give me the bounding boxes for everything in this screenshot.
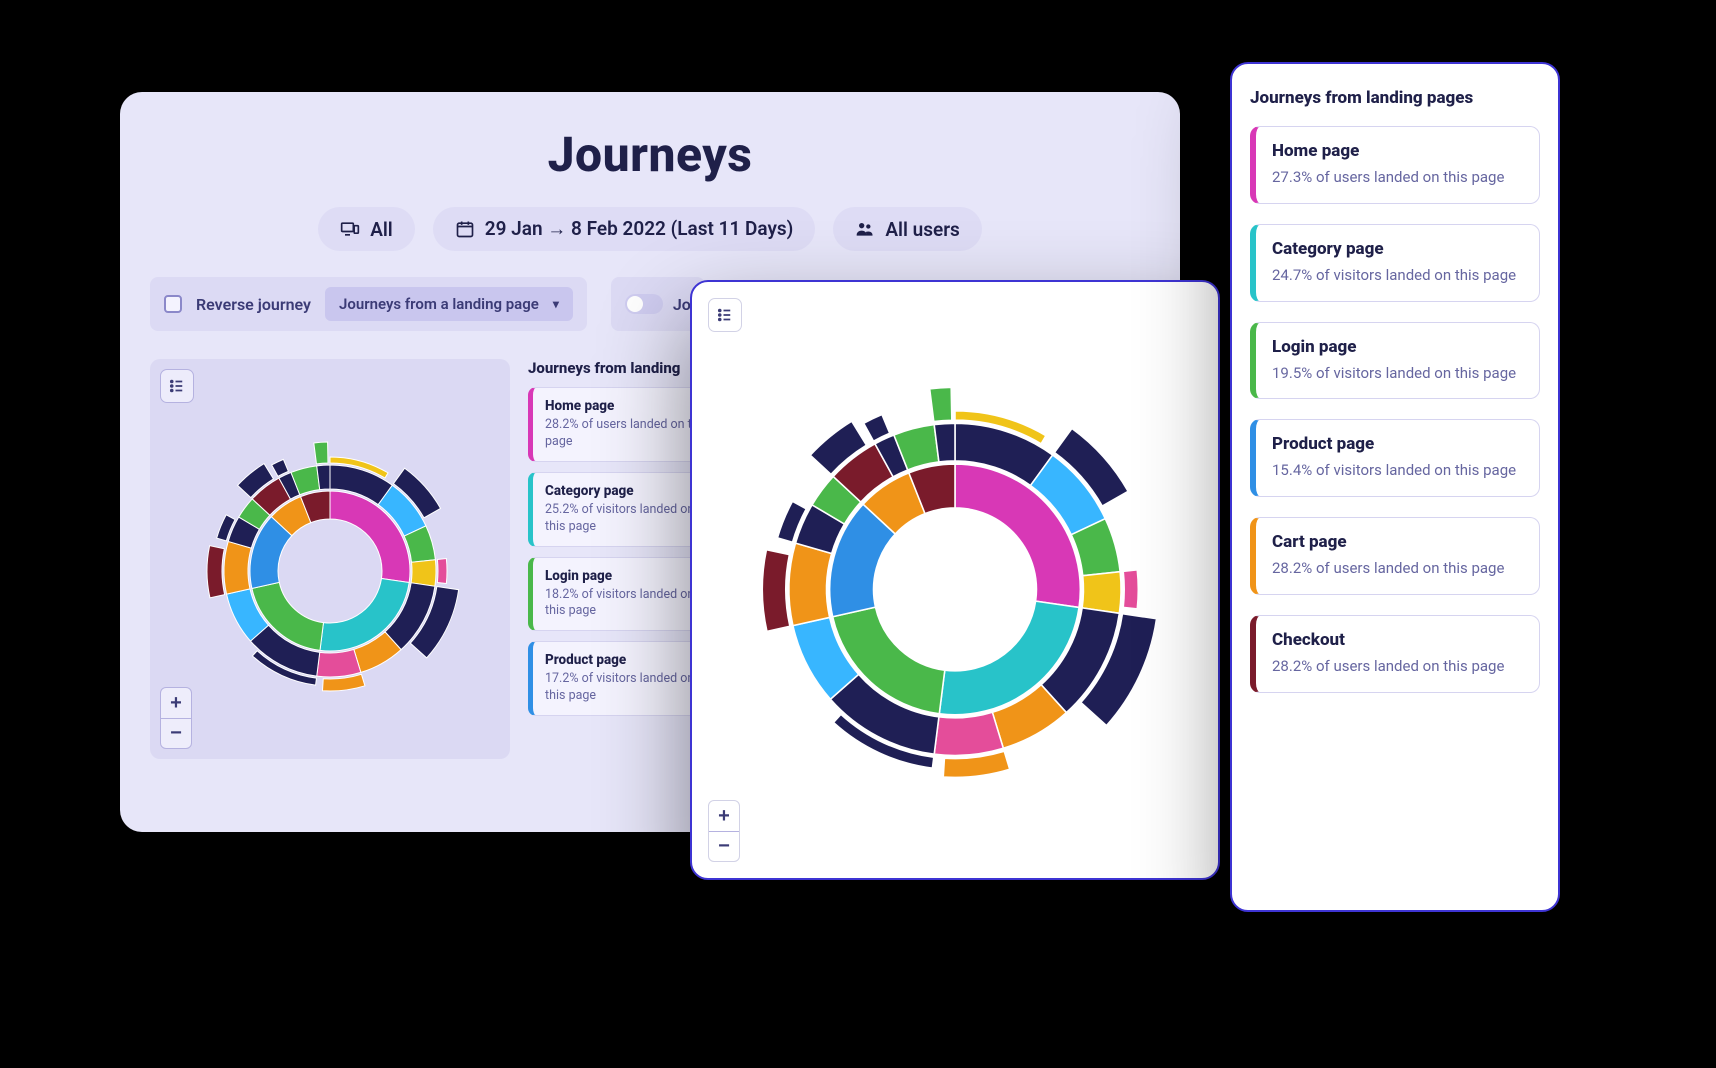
list-icon	[168, 377, 186, 395]
reverse-journey-checkbox[interactable]	[164, 295, 182, 313]
reverse-journey-label: Reverse journey	[196, 295, 311, 314]
devices-icon	[340, 219, 360, 239]
users-filter-label: All users	[885, 218, 959, 241]
zoom-in-button[interactable]: +	[709, 801, 739, 831]
users-filter-pill[interactable]: All users	[833, 207, 981, 251]
floating-sunburst-card: + −	[690, 280, 1220, 880]
filter-pill-row: All 29 Jan → 8 Feb 2022 (Last 11 Days) A…	[150, 207, 1150, 251]
landing-page-card-title: Checkout	[1272, 630, 1523, 650]
zoom-out-button[interactable]: −	[161, 718, 191, 748]
landing-page-card-title: Login page	[1272, 337, 1523, 357]
page-title: Journeys	[150, 126, 1150, 183]
reverse-journey-group: Reverse journey Journeys from a landing …	[150, 277, 587, 331]
toggle-label: Jo	[673, 295, 691, 314]
landing-page-card-title: Cart page	[1272, 532, 1523, 552]
legend-button[interactable]	[160, 369, 194, 403]
journey-type-label: Journeys from a landing page	[339, 295, 539, 313]
chevron-down-icon: ▾	[553, 297, 559, 311]
calendar-icon	[455, 219, 475, 239]
landing-page-card[interactable]: Checkout 28.2% of users landed on this pa…	[1250, 615, 1540, 693]
zoom-in-button[interactable]: +	[161, 688, 191, 718]
mini-sunburst-chart[interactable]	[180, 421, 480, 721]
large-sunburst-chart[interactable]	[720, 354, 1190, 824]
mini-sunburst-frame: + −	[150, 359, 510, 759]
landing-page-card-title: Product page	[1272, 434, 1523, 454]
side-panel-title: Journeys from landing pages	[1250, 88, 1540, 108]
landing-page-card-sub: 27.3% of users landed on this page	[1272, 167, 1523, 189]
landing-page-card[interactable]: Home page 27.3% of users landed on this p…	[1250, 126, 1540, 204]
landing-page-card-title: Category page	[1272, 239, 1523, 259]
landing-page-card-sub: 19.5% of visitors landed on this page	[1272, 363, 1523, 385]
device-filter-pill[interactable]: All	[318, 207, 415, 251]
landing-page-card[interactable]: Cart page 28.2% of users landed on this p…	[1250, 517, 1540, 595]
zoom-controls: + −	[708, 800, 740, 862]
landing-page-card[interactable]: Category page 24.7% of visitors landed on…	[1250, 224, 1540, 302]
landing-page-card-title: Home page	[1272, 141, 1523, 161]
zoom-controls: + −	[160, 687, 192, 749]
landing-page-card-sub: 28.2% of users landed on this page	[1272, 656, 1523, 678]
landing-page-card[interactable]: Login page 19.5% of visitors landed on th…	[1250, 322, 1540, 400]
users-icon	[855, 219, 875, 239]
zoom-out-button[interactable]: −	[709, 831, 739, 861]
landing-page-card-sub: 24.7% of visitors landed on this page	[1272, 265, 1523, 287]
list-icon	[716, 306, 734, 324]
date-range-label: 29 Jan → 8 Feb 2022 (Last 11 Days)	[485, 217, 794, 241]
landing-pages-panel: Journeys from landing pages Home page 27.…	[1230, 62, 1560, 912]
landing-page-card-sub: 28.2% of users landed on this page	[1272, 558, 1523, 580]
landing-page-card[interactable]: Product page 15.4% of visitors landed on …	[1250, 419, 1540, 497]
toggle-switch[interactable]	[625, 294, 663, 314]
legend-button[interactable]	[708, 298, 742, 332]
date-range-pill[interactable]: 29 Jan → 8 Feb 2022 (Last 11 Days)	[433, 207, 816, 251]
journey-type-dropdown[interactable]: Journeys from a landing page ▾	[325, 287, 573, 321]
device-filter-label: All	[370, 218, 393, 241]
landing-page-card-sub: 15.4% of visitors landed on this page	[1272, 460, 1523, 482]
